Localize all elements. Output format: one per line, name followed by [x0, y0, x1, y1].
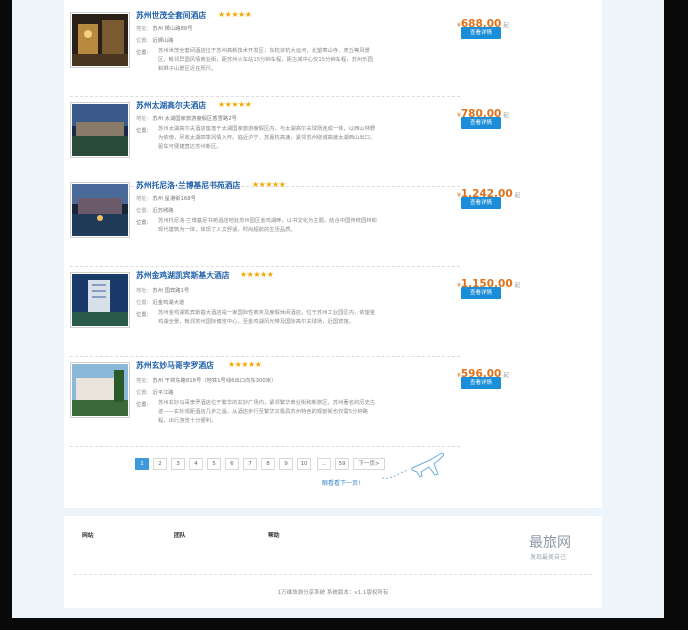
hotel-name-link[interactable]: 苏州太湖高尔夫酒店 [136, 100, 206, 111]
price-unit: 起 [503, 373, 509, 379]
page-button-5[interactable]: 5 [207, 458, 221, 470]
hotel-card: 苏州玄妙马哥孛罗酒店 ★★★★★ 地址: 苏州 干将东路818号（地铁1号线6出口… [70, 360, 509, 447]
hotel-description: 苏州太湖高尔夫酒店座落于太湖国家旅游度假区内，与太湖高尔夫球场连成一体，以西山林… [158, 126, 376, 150]
price-unit: 起 [503, 23, 509, 29]
location-value: 近平江路 [152, 390, 174, 396]
footer-link-website[interactable]: 网站 [82, 530, 94, 539]
hotel-thumbnail[interactable] [70, 102, 130, 158]
price-unit: 起 [503, 113, 509, 119]
airplane-icon [381, 452, 444, 479]
hotel-address: 地址: 苏州 干将东路818号（地铁1号线6出口向东300米） [136, 376, 276, 384]
address-value: 苏州 星港街168号 [152, 196, 196, 202]
view-detail-button[interactable]: 查看详情 [461, 287, 501, 299]
hotel-desc-label: 位置: [136, 312, 149, 318]
location-value: 近苏绣路 [152, 208, 174, 214]
address-value: 苏州 太湖国家旅游度假区香雪路2号 [152, 116, 237, 122]
view-detail-button[interactable]: 查看详情 [461, 27, 501, 39]
price-unit: 起 [514, 283, 521, 289]
hotel-thumbnail[interactable] [70, 12, 130, 68]
page-button-10[interactable]: 10 [297, 458, 311, 470]
hotel-name-link[interactable]: 苏州托尼洛·兰博基尼书苑酒店 [136, 180, 240, 191]
hotel-card: 苏州金鸡湖凯宾斯基大酒店 ★★★★★ 地址: 苏州 国宾路1号 位置: 近金鸡湖大道… [70, 270, 520, 357]
location-label: 位置: [136, 208, 149, 214]
hotel-desc-label: 位置: [136, 128, 149, 134]
hotel-name-link[interactable]: 苏州世茂全套间酒店 [136, 10, 206, 21]
hotel-star-rating: ★★★★★ [252, 180, 286, 189]
location-value: 近金鸡湖大道 [152, 300, 185, 306]
hotel-address: 地址: 苏州 狮山路88号 [136, 24, 193, 32]
address-label: 地址: [136, 196, 149, 202]
address-label: 地址: [136, 378, 149, 384]
footer: 网站 团队 帮助 最旅网 发现最美自己 1万维旅游分享系统 系统版本：v1.1版… [64, 516, 602, 608]
copyright-text: 1万维旅游分享系统 系统版本：v1.1版权所有 [277, 590, 389, 596]
page-ellipsis: ... [317, 458, 331, 470]
site-slogan: 发现最美自己 [530, 554, 567, 561]
hotel-name-link[interactable]: 苏州金鸡湖凯宾斯基大酒店 [136, 270, 230, 281]
page-button-last[interactable]: 59 [335, 458, 349, 470]
hotel-desc-label: 位置: [136, 220, 149, 226]
location-label: 位置: [136, 300, 149, 306]
address-value: 苏州 国宾路1号 [152, 288, 190, 294]
hotel-star-rating: ★★★★★ [218, 10, 252, 19]
hotel-star-rating: ★★★★★ [228, 360, 262, 369]
hotel-desc-label: 位置: [136, 50, 149, 56]
hotel-description: 苏州玄妙马哥孛罗酒店位于繁华的玄妙广场内，紧邻繁华商业街和新旅区，苏州著名的历史… [158, 400, 376, 424]
hotel-desc-label: 位置: [136, 402, 149, 408]
view-detail-button[interactable]: 查看详情 [461, 117, 501, 129]
hotel-description: 苏州托尼洛·兰博基尼书苑酒店地处苏州园区金鸡湖畔，以书文化为主题，结合中国传统园… [158, 218, 377, 233]
view-detail-button[interactable]: 查看详情 [461, 377, 501, 389]
page-button-4[interactable]: 4 [189, 458, 203, 470]
hotel-address: 地址: 苏州 国宾路1号 [136, 286, 189, 294]
next-page-hint[interactable]: 眼看看下一页! [322, 478, 360, 487]
footer-link-team[interactable]: 团队 [174, 530, 186, 539]
footer-link-help[interactable]: 帮助 [268, 530, 280, 539]
hotel-name-link[interactable]: 苏州玄妙马哥孛罗酒店 [136, 360, 214, 371]
page-button-7[interactable]: 7 [243, 458, 257, 470]
location-value: 近狮山路 [152, 38, 174, 44]
page-button-8[interactable]: 8 [261, 458, 275, 470]
view-detail-button[interactable]: 查看详情 [461, 197, 501, 209]
site-logo: 最旅网 [529, 535, 571, 551]
location-label: 位置: [136, 390, 149, 396]
page-button-1[interactable]: 1 [135, 458, 149, 470]
hotel-description: 苏州金鸡湖凯宾斯基大酒店是一家国际性商务及度假休闲酒店，位于苏州工业园区内，依望… [158, 310, 376, 325]
address-value: 苏州 干将东路818号（地铁1号线6出口向东300米） [152, 378, 277, 384]
hotel-star-rating: ★★★★★ [240, 270, 274, 279]
hotel-thumbnail[interactable] [70, 182, 130, 238]
page-button-9[interactable]: 9 [279, 458, 293, 470]
hotel-location: 位置: 近金鸡湖大道 [136, 298, 184, 306]
hotel-address: 地址: 苏州 太湖国家旅游度假区香雪路2号 [136, 114, 237, 122]
page-button-2[interactable]: 2 [153, 458, 167, 470]
hotel-address: 地址: 苏州 星港街168号 [136, 194, 196, 202]
hotel-card: 苏州世茂全套间酒店 ★★★★★ 地址: 苏州 狮山路88号 位置: 近狮山路 位置:… [70, 10, 509, 97]
hotel-card: 苏州托尼洛·兰博基尼书苑酒店 ★★★★★ 地址: 苏州 星港街168号 位置: 近苏… [70, 180, 520, 267]
price-unit: 起 [514, 193, 521, 199]
page-button-6[interactable]: 6 [225, 458, 239, 470]
address-label: 地址: [136, 26, 149, 32]
hotel-location: 位置: 近狮山路 [136, 36, 174, 44]
hotel-card: 苏州太湖高尔夫酒店 ★★★★★ 地址: 苏州 太湖国家旅游度假区香雪路2号 位置:… [70, 100, 509, 187]
hotel-location: 位置: 近平江路 [136, 388, 174, 396]
address-label: 地址: [136, 288, 149, 294]
hotel-star-rating: ★★★★★ [218, 100, 252, 109]
hotel-location: 位置: 近苏绣路 [136, 206, 174, 214]
hotel-thumbnail[interactable] [70, 362, 130, 418]
location-label: 位置: [136, 38, 149, 44]
footer-divider [74, 574, 592, 575]
hotel-thumbnail[interactable] [70, 272, 130, 328]
address-label: 地址: [136, 116, 149, 122]
address-value: 苏州 狮山路88号 [152, 26, 193, 32]
hotel-description: 苏州世茂全套间酒店位于苏州高新技术开发区，东枕京杭大运河，北望寒山寺、虎丘等风景… [158, 48, 373, 72]
page-button-3[interactable]: 3 [171, 458, 185, 470]
